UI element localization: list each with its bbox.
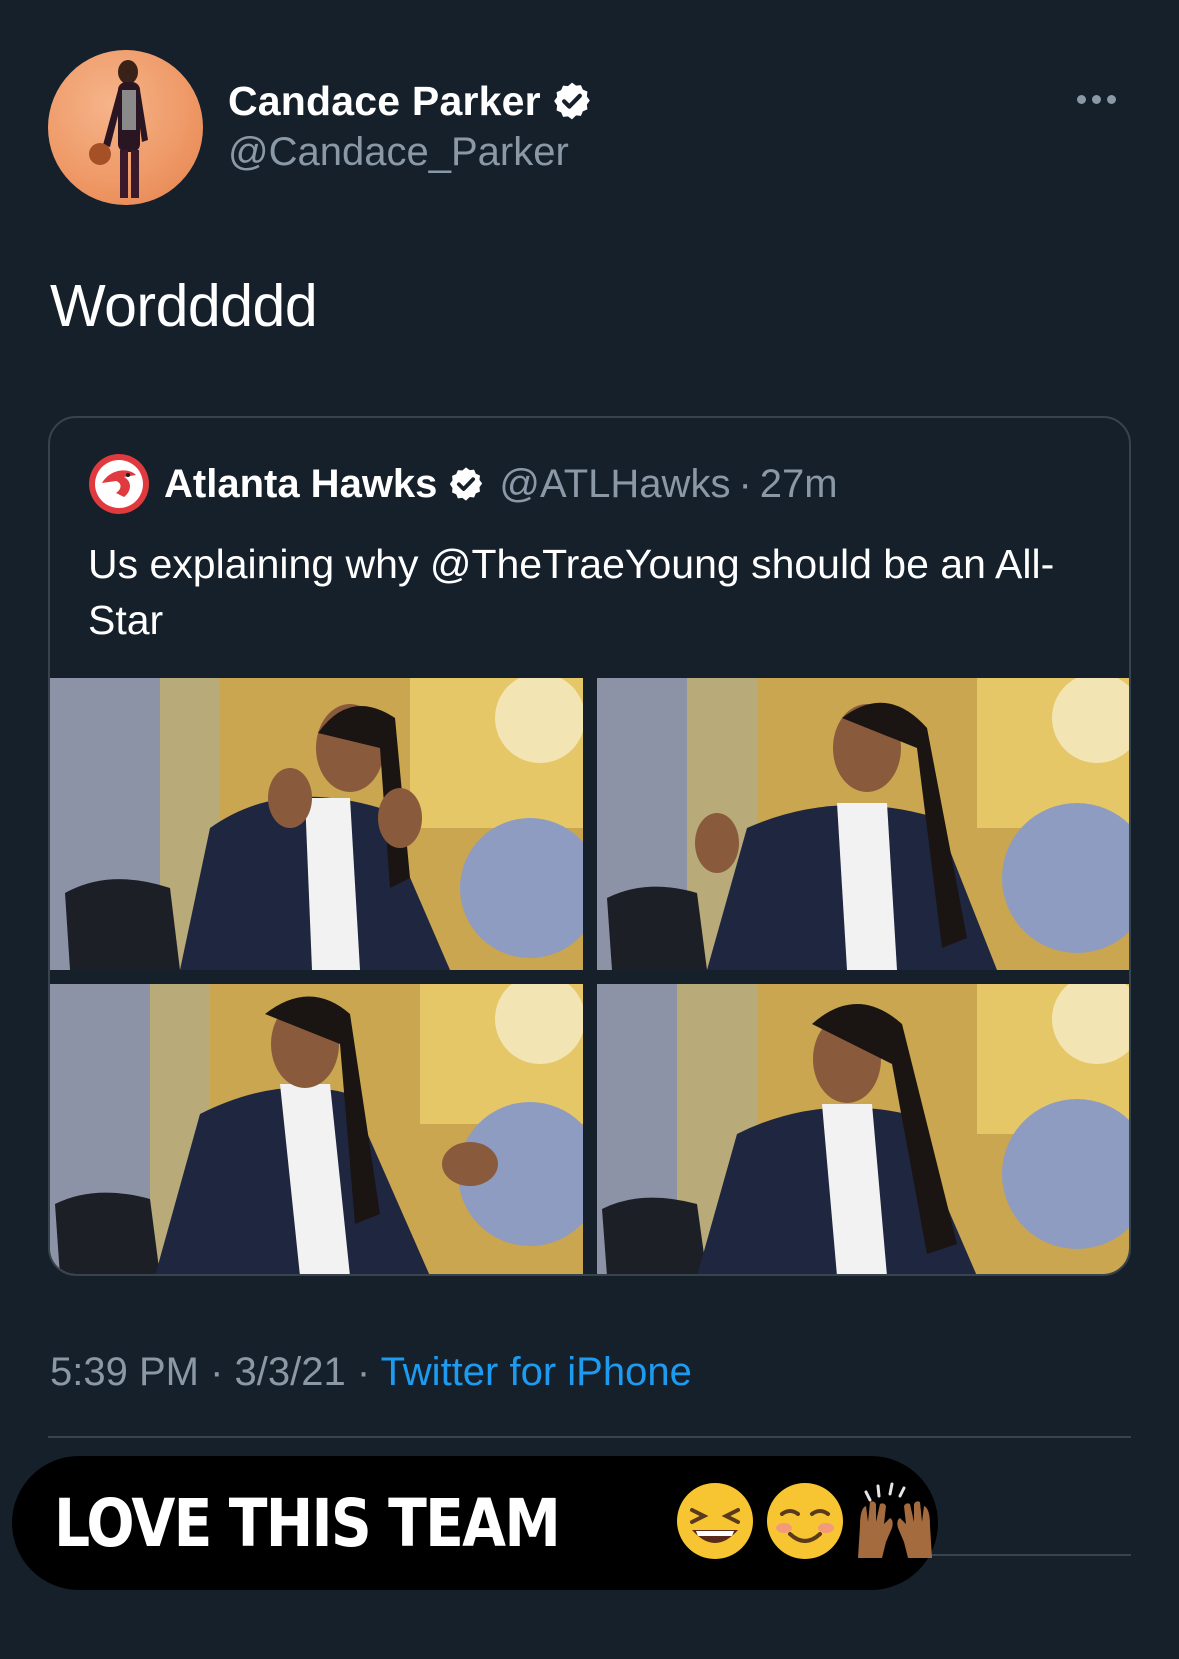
divider	[48, 1436, 1131, 1438]
tweet-date: 3/3/21	[234, 1350, 346, 1394]
caption-emojis	[672, 1478, 938, 1564]
media-image-4[interactable]	[597, 984, 1129, 1274]
media-image-1[interactable]	[50, 678, 583, 970]
author-handle[interactable]: @Candace_Parker	[228, 130, 569, 175]
author-display-name[interactable]: Candace Parker	[228, 78, 541, 125]
caption-overlay: LOVE THIS TEAM	[12, 1456, 938, 1590]
more-options-icon[interactable]	[1071, 84, 1121, 114]
author-avatar[interactable]	[48, 50, 203, 205]
separator-dot: ·	[738, 461, 752, 506]
quoted-tweet-header: Atlanta Hawks @ATLHawks · 27m	[88, 454, 838, 514]
tweet-source-link[interactable]: Twitter for iPhone	[381, 1350, 692, 1394]
tweet-detail-screen: Candace Parker @Candace_Parker Worddddd …	[0, 0, 1179, 1659]
separator-dot: ·	[198, 1350, 235, 1394]
laughing-face-icon	[677, 1483, 753, 1559]
verified-badge-icon	[450, 467, 483, 501]
raising-hands-icon	[858, 1482, 932, 1558]
separator-dot: ·	[345, 1350, 381, 1394]
verified-badge-icon	[553, 82, 590, 120]
tweet-text: Worddddd	[50, 273, 318, 339]
media-image-2[interactable]	[597, 678, 1129, 970]
quoted-tweet-text: Us explaining why @TheTraeYoung should b…	[88, 541, 1055, 643]
tweet-meta: 5:39 PM · 3/3/21 · Twitter for iPhone	[50, 1350, 692, 1395]
media-grid	[50, 678, 1129, 1274]
quoted-handle[interactable]: @ATLHawks	[499, 462, 730, 507]
media-image-3[interactable]	[50, 984, 583, 1274]
tweet-time: 5:39 PM	[50, 1350, 199, 1394]
smiling-face-icon	[767, 1483, 843, 1559]
caption-text: LOVE THIS TEAM	[54, 1484, 561, 1562]
author-name-row[interactable]: Candace Parker	[228, 76, 593, 126]
quoted-tweet-card[interactable]: Atlanta Hawks @ATLHawks · 27m Us explain…	[48, 416, 1131, 1276]
quoted-time: 27m	[759, 461, 838, 506]
quoted-display-name[interactable]: Atlanta Hawks	[164, 462, 437, 507]
hawks-logo-icon	[89, 454, 149, 514]
